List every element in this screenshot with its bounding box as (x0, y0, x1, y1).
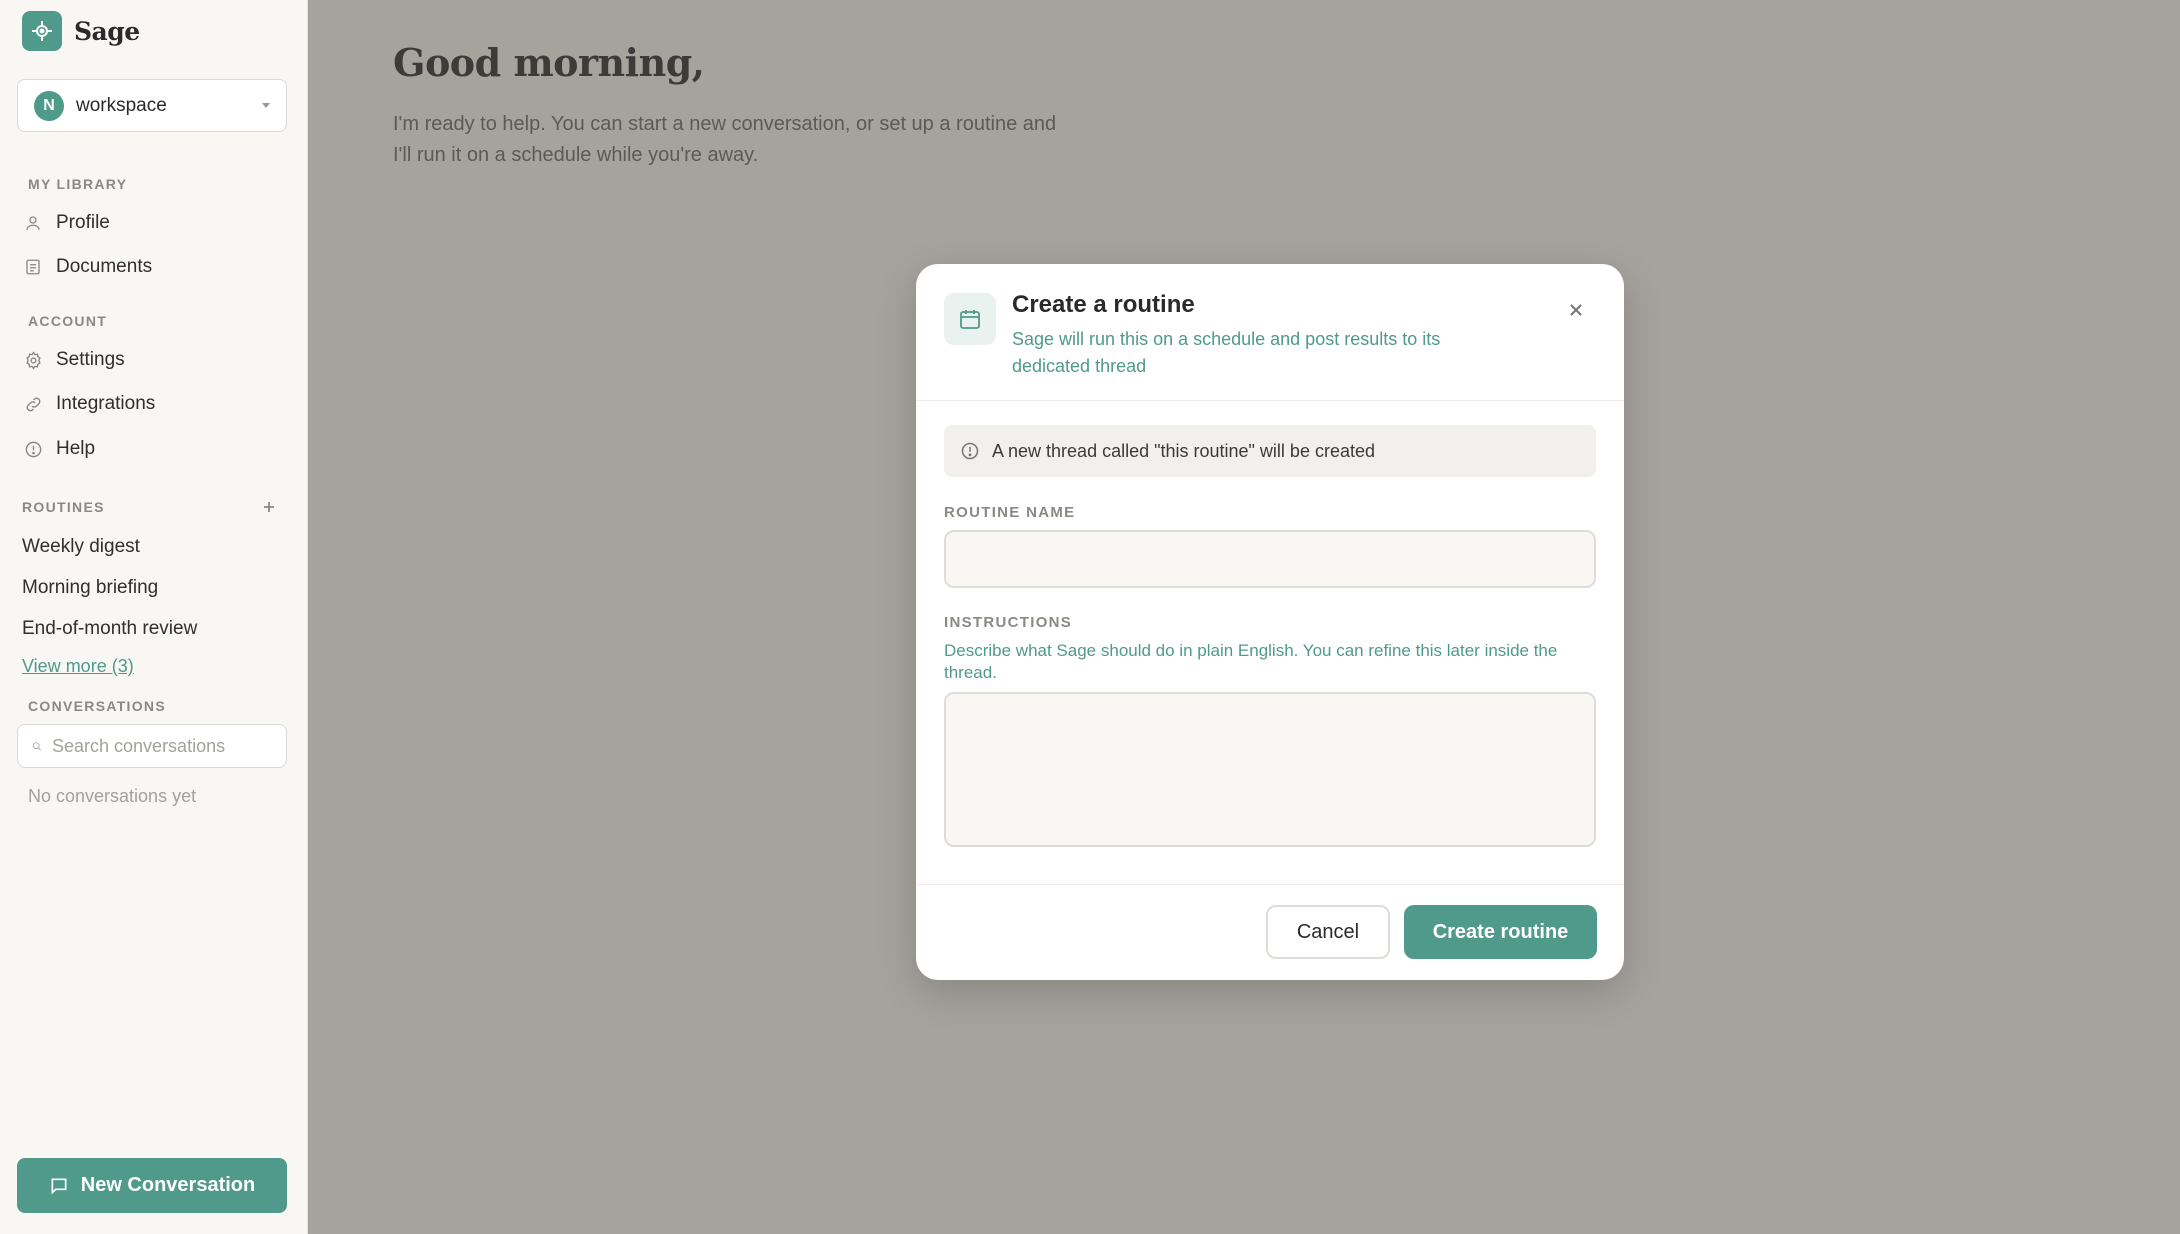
sidebar-item-label: Help (56, 438, 96, 459)
workspace-name: workspace (76, 94, 167, 116)
user-icon (22, 212, 44, 234)
instructions-help-text: Describe what Sage should do in plain En… (944, 641, 1558, 682)
instructions-textarea[interactable] (944, 692, 1596, 847)
sidebar-item-label: Profile (56, 212, 110, 233)
greeting-title: Good morning, (393, 40, 705, 85)
instructions-label: INSTRUCTIONS (944, 614, 1073, 631)
sidebar-item-integrations[interactable]: Integrations (22, 386, 155, 422)
routine-name-input[interactable] (944, 530, 1596, 588)
create-routine-button[interactable]: Create routine (1404, 905, 1597, 959)
sidebar-item-settings[interactable]: Settings (22, 342, 125, 378)
info-banner-text: A new thread called "this routine" will … (992, 440, 1375, 461)
divider (916, 884, 1624, 885)
brand-name: Sage (74, 16, 140, 46)
sidebar-item-profile[interactable]: Profile (22, 205, 110, 241)
compass-icon (22, 11, 62, 51)
view-more-link[interactable]: View more (3) (22, 656, 134, 677)
sidebar-item-label: Integrations (56, 393, 156, 414)
empty-conversations-text: No conversations yet (28, 786, 197, 806)
new-conversation-button[interactable]: New Conversation (17, 1158, 287, 1213)
close-button[interactable] (1564, 298, 1588, 322)
sidebar-item-help[interactable]: Help (22, 431, 95, 467)
chat-bubble-icon (51, 1178, 67, 1195)
sidebar-item-label: Documents (56, 256, 153, 277)
routine-name-label: ROUTINE NAME (944, 504, 1076, 521)
close-icon (1570, 304, 1582, 316)
gear-icon (22, 349, 44, 371)
search-box (17, 724, 287, 768)
chevron-down-icon (262, 103, 270, 108)
routine-item-end-of-month-review[interactable]: End-of-month review (22, 618, 197, 640)
sidebar: Sage N workspace MY LIBRARY Profile Docu… (0, 0, 308, 1234)
document-icon (22, 256, 44, 278)
dialog-subtitle: Sage will run this on a schedule and pos… (1012, 329, 1441, 376)
routine-item-morning-briefing[interactable]: Morning briefing (22, 577, 158, 599)
section-label-routines: ROUTINES (22, 499, 105, 515)
info-banner: A new thread called "this routine" will … (944, 425, 1596, 477)
brand[interactable]: Sage (22, 11, 140, 51)
cancel-button[interactable]: Cancel (1266, 905, 1390, 959)
info-icon (22, 438, 44, 460)
info-icon (961, 442, 979, 460)
link-icon (22, 393, 44, 415)
new-conversation-label: New Conversation (80, 1174, 256, 1196)
search-icon (32, 741, 42, 751)
workspace-selector[interactable]: N workspace (17, 79, 287, 132)
workspace-avatar: N (34, 90, 64, 121)
create-routine-dialog: Create a routine Sage will run this on a… (916, 264, 1624, 980)
section-label-conversations: CONVERSATIONS (28, 698, 166, 714)
add-routine-button[interactable] (258, 496, 280, 518)
sidebar-item-label: Settings (56, 349, 125, 370)
intro-text: I'm ready to help. You can start a new c… (393, 113, 1057, 166)
search-input[interactable] (52, 735, 272, 757)
dialog-title: Create a routine (1012, 291, 1195, 318)
divider (916, 400, 1624, 401)
section-label-account: ACCOUNT (28, 313, 108, 329)
calendar-icon (944, 293, 996, 345)
plus-icon (264, 502, 274, 512)
sidebar-item-documents[interactable]: Documents (22, 249, 152, 285)
routine-item-weekly-digest[interactable]: Weekly digest (22, 536, 140, 558)
section-label-library: MY LIBRARY (28, 176, 128, 192)
